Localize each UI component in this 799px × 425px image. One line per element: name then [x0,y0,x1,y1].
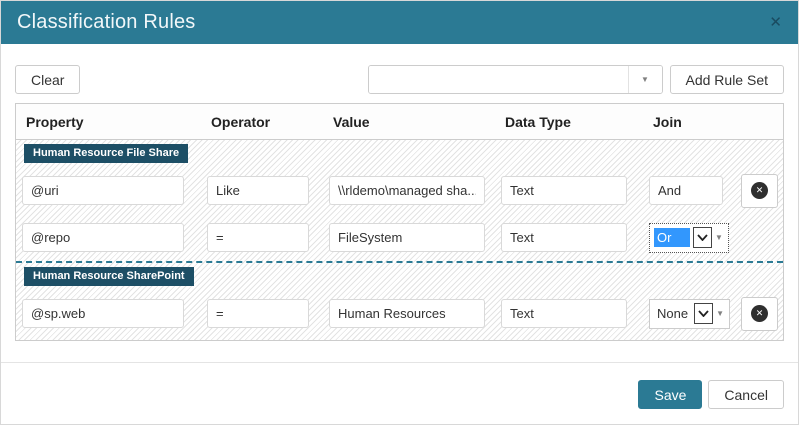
content-spacer [1,341,798,362]
table-body: Human Resource File Share ✕ [16,140,783,340]
ruleset-combobox[interactable]: ▼ [368,65,663,94]
property-field[interactable] [22,299,184,328]
dialog-title: Classification Rules [17,11,196,34]
chevron-down-icon: ▼ [641,76,649,84]
select-arrow-button[interactable] [693,227,712,248]
delete-rule-button[interactable]: ✕ [741,174,778,208]
select-arrow-button[interactable] [694,303,713,324]
delete-icon: ✕ [751,305,768,322]
operator-field[interactable] [207,299,309,328]
data-type-field[interactable] [501,299,627,328]
rule-set-group-header: Human Resource SharePoint [16,263,783,290]
toolbar: Clear ▼ Add Rule Set [15,65,784,94]
clear-button[interactable]: Clear [15,65,80,94]
table-row: None ▼ ✕ [16,290,783,337]
join-dropdown[interactable]: Or ▼ [649,223,729,253]
rules-table: Property Operator Value Data Type Join H… [15,103,784,341]
rule-set-badge: Human Resource File Share [24,144,188,163]
column-header-value: Value [323,114,495,130]
operator-field[interactable] [207,176,309,205]
property-field[interactable] [22,176,184,205]
join-dropdown-value: Or [654,228,690,247]
chevron-down-icon [697,234,708,241]
value-field[interactable] [329,176,485,205]
delete-icon: ✕ [751,182,768,199]
table-row: Or ▼ [16,214,783,261]
data-type-field[interactable] [501,176,627,205]
table-row: ✕ [16,167,783,214]
table-header-row: Property Operator Value Data Type Join [16,104,783,140]
save-button[interactable]: Save [638,380,702,409]
join-dropdown[interactable]: None ▼ [649,299,730,329]
chevron-down-icon [698,310,709,317]
join-field[interactable] [649,176,723,205]
classification-rules-dialog: Classification Rules ✕ Clear ▼ Add Rule … [0,0,799,425]
column-header-join: Join [643,114,735,130]
data-type-field[interactable] [501,223,627,252]
operator-field[interactable] [207,223,309,252]
ruleset-combobox-arrow[interactable]: ▼ [628,66,662,93]
join-dropdown-value: None [654,304,691,323]
rule-set-group-header: Human Resource File Share [16,140,783,167]
add-rule-set-button[interactable]: Add Rule Set [670,65,785,94]
column-header-property: Property [16,114,201,130]
cancel-button[interactable]: Cancel [708,380,784,409]
dialog-titlebar: Classification Rules ✕ [1,1,798,44]
rule-set-badge: Human Resource SharePoint [24,267,194,286]
value-field[interactable] [329,223,485,252]
toolbar-right-group: ▼ Add Rule Set [368,65,785,94]
close-icon[interactable]: ✕ [769,15,782,30]
value-field[interactable] [329,299,485,328]
ruleset-combobox-input[interactable] [369,66,628,93]
column-header-data-type: Data Type [495,114,643,130]
footer: Save Cancel [1,363,798,424]
delete-rule-button[interactable]: ✕ [741,297,778,331]
chevron-down-icon: ▼ [715,234,723,242]
chevron-down-icon: ▼ [716,310,724,318]
column-header-operator: Operator [201,114,323,130]
property-field[interactable] [22,223,184,252]
